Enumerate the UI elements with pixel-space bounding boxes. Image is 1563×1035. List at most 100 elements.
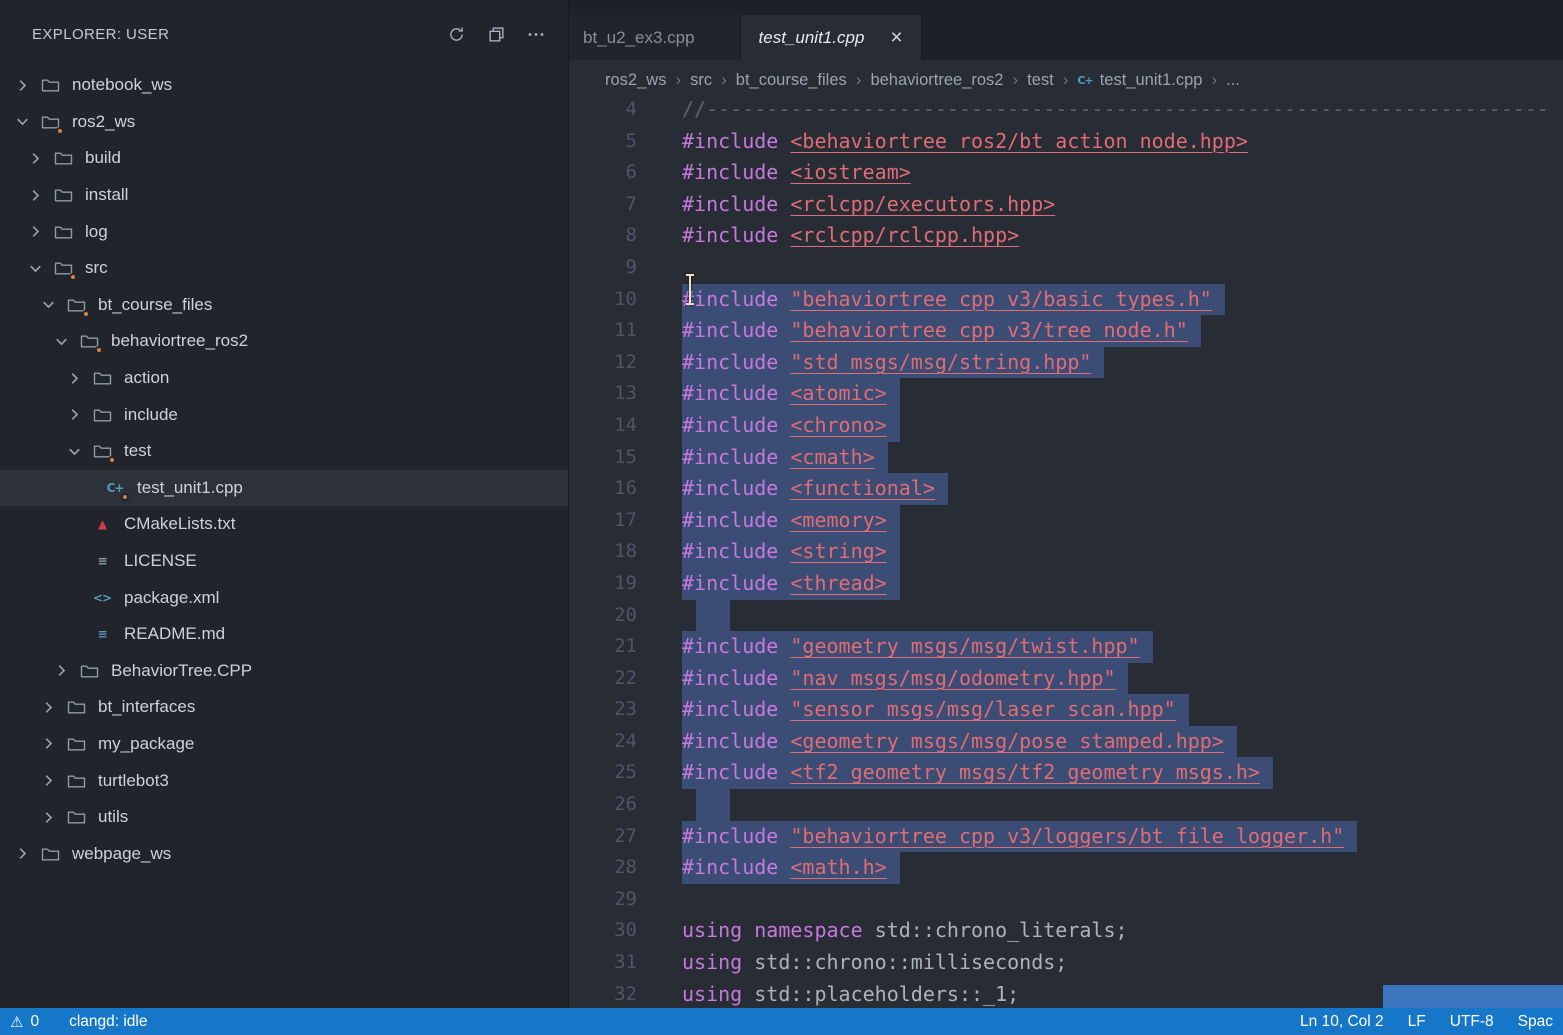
breadcrumb-item-ros2_ws[interactable]: ros2_ws bbox=[605, 71, 666, 90]
line-number[interactable]: 22 bbox=[569, 663, 682, 695]
tree-item-test[interactable]: test bbox=[0, 433, 568, 470]
chevron-right-icon[interactable] bbox=[66, 370, 92, 387]
tree-item-build[interactable]: build bbox=[0, 140, 568, 177]
chevron-right-icon[interactable] bbox=[14, 845, 40, 862]
breadcrumb-item-behaviortree_ros2[interactable]: behaviortree_ros2 bbox=[870, 71, 1003, 90]
tree-item-action[interactable]: action bbox=[0, 360, 568, 397]
line-number[interactable]: 17 bbox=[569, 505, 682, 537]
line-number[interactable]: 8 bbox=[569, 220, 682, 252]
code-line-text[interactable]: #include <thread> bbox=[682, 568, 900, 600]
chevron-right-icon[interactable] bbox=[40, 735, 66, 752]
tab-bt_u2_ex3.cpp[interactable]: bt_u2_ex3.cpp bbox=[569, 15, 741, 60]
breadcrumb-item-bt_course_files[interactable]: bt_course_files bbox=[736, 71, 847, 90]
line-number[interactable]: 7 bbox=[569, 189, 682, 221]
code-line-text[interactable]: #include <memory> bbox=[682, 505, 900, 537]
code-line-text[interactable]: #include "behaviortree_cpp_v3/loggers/bt… bbox=[682, 821, 1357, 853]
chevron-right-icon[interactable] bbox=[40, 809, 66, 826]
tree-item-behaviortree_ros2[interactable]: behaviortree_ros2 bbox=[0, 323, 568, 360]
code-line-text[interactable]: #include "behaviortree_cpp_v3/tree_node.… bbox=[682, 315, 1201, 347]
code-line-text[interactable]: using namespace std::chrono_literals; bbox=[682, 915, 1128, 947]
line-number[interactable]: 11 bbox=[569, 315, 682, 347]
tab-test_unit1.cpp[interactable]: test_unit1.cpp× bbox=[741, 15, 922, 60]
line-number[interactable]: 25 bbox=[569, 757, 682, 789]
tree-item-CMakeLists.txt[interactable]: ▲CMakeLists.txt bbox=[0, 506, 568, 543]
problems-indicator[interactable]: ⚠ 0 bbox=[10, 1013, 39, 1031]
tree-item-turtlebot3[interactable]: turtlebot3 bbox=[0, 762, 568, 799]
chevron-right-icon[interactable] bbox=[66, 406, 92, 423]
code-line-text[interactable]: #include <atomic> bbox=[682, 378, 900, 410]
breadcrumb-item-test_unit1.cpp[interactable]: C+test_unit1.cpp bbox=[1077, 71, 1202, 90]
code-line-text[interactable]: #include "std_msgs/msg/string.hpp" bbox=[682, 347, 1104, 379]
tree-item-my_package[interactable]: my_package bbox=[0, 726, 568, 763]
code-line-text[interactable]: #include <rclcpp/rclcpp.hpp> bbox=[682, 220, 1019, 252]
tree-item-utils[interactable]: utils bbox=[0, 799, 568, 836]
breadcrumb-item-test[interactable]: test bbox=[1027, 71, 1054, 90]
horizontal-scrollbar-thumb[interactable] bbox=[1383, 985, 1563, 1008]
code-line-text[interactable]: #include <iostream> bbox=[682, 157, 911, 189]
line-number[interactable]: 13 bbox=[569, 378, 682, 410]
breadcrumb-item-src[interactable]: src bbox=[690, 71, 712, 90]
code-line-text[interactable] bbox=[696, 600, 730, 632]
code-line-text[interactable]: #include "nav_msgs/msg/odometry.hpp" bbox=[682, 663, 1128, 695]
code-line-text[interactable] bbox=[696, 789, 730, 821]
tree-item-bt_interfaces[interactable]: bt_interfaces bbox=[0, 689, 568, 726]
code-line-text[interactable]: #include <behaviortree_ros2/bt_action_no… bbox=[682, 126, 1248, 158]
chevron-right-icon[interactable] bbox=[27, 150, 53, 167]
code-line-text[interactable]: #include "sensor_msgs/msg/laser_scan.hpp… bbox=[682, 694, 1189, 726]
tree-item-install[interactable]: install bbox=[0, 177, 568, 214]
line-number[interactable]: 28 bbox=[569, 852, 682, 884]
line-number[interactable]: 4 bbox=[569, 100, 682, 126]
chevron-down-icon[interactable] bbox=[53, 333, 79, 350]
line-number[interactable]: 20 bbox=[569, 600, 682, 632]
line-number[interactable]: 9 bbox=[569, 252, 682, 284]
tree-item-bt_course_files[interactable]: bt_course_files bbox=[0, 287, 568, 324]
code-line-text[interactable]: using std::chrono::milliseconds; bbox=[682, 947, 1067, 979]
line-number[interactable]: 27 bbox=[569, 821, 682, 853]
chevron-right-icon[interactable] bbox=[53, 662, 79, 679]
close-icon[interactable]: × bbox=[890, 27, 902, 48]
line-number[interactable]: 14 bbox=[569, 410, 682, 442]
code-line-text[interactable]: #include "behaviortree_cpp_v3/basic_type… bbox=[682, 284, 1225, 316]
line-number[interactable]: 21 bbox=[569, 631, 682, 663]
code-line-text[interactable]: #include <chrono> bbox=[682, 410, 900, 442]
code-line-text[interactable]: #include <functional> bbox=[682, 473, 948, 505]
status-item-2[interactable]: UTF-8 bbox=[1450, 1013, 1494, 1031]
breadcrumb-item-...[interactable]: ... bbox=[1226, 71, 1240, 90]
chevron-down-icon[interactable] bbox=[27, 260, 53, 277]
code-line-text[interactable]: //--------------------------------------… bbox=[682, 100, 1549, 126]
line-number[interactable]: 10 bbox=[569, 284, 682, 316]
tree-item-include[interactable]: include bbox=[0, 396, 568, 433]
tree-item-README.md[interactable]: ≡README.md bbox=[0, 616, 568, 653]
line-number[interactable]: 18 bbox=[569, 536, 682, 568]
chevron-down-icon[interactable] bbox=[14, 113, 40, 130]
tree-item-ros2_ws[interactable]: ros2_ws bbox=[0, 104, 568, 141]
tree-item-log[interactable]: log bbox=[0, 213, 568, 250]
line-number[interactable]: 26 bbox=[569, 789, 682, 821]
clangd-status[interactable]: clangd: idle bbox=[69, 1013, 147, 1031]
code-line-text[interactable]: #include <rclcpp/executors.hpp> bbox=[682, 189, 1055, 221]
line-number[interactable]: 12 bbox=[569, 347, 682, 379]
status-item-1[interactable]: LF bbox=[1408, 1013, 1426, 1031]
tree-item-src[interactable]: src bbox=[0, 250, 568, 287]
chevron-down-icon[interactable] bbox=[66, 443, 92, 460]
line-number[interactable]: 23 bbox=[569, 694, 682, 726]
line-number[interactable]: 29 bbox=[569, 884, 682, 916]
chevron-right-icon[interactable] bbox=[40, 772, 66, 789]
line-number[interactable]: 24 bbox=[569, 726, 682, 758]
chevron-right-icon[interactable] bbox=[40, 699, 66, 716]
code-line-text[interactable]: #include <string> bbox=[682, 536, 900, 568]
tree-item-webpage_ws[interactable]: webpage_ws bbox=[0, 835, 568, 872]
status-item-3[interactable]: Spac bbox=[1518, 1013, 1553, 1031]
line-number[interactable]: 32 bbox=[569, 979, 682, 1008]
code-line-text[interactable]: #include <tf2_geometry_msgs/tf2_geometry… bbox=[682, 757, 1273, 789]
more-actions-icon[interactable] bbox=[526, 24, 546, 44]
line-number[interactable]: 5 bbox=[569, 126, 682, 158]
refresh-icon[interactable] bbox=[446, 24, 466, 44]
line-number[interactable]: 16 bbox=[569, 473, 682, 505]
code-line-text[interactable]: #include <geometry_msgs/msg/pose_stamped… bbox=[682, 726, 1237, 758]
line-number[interactable]: 19 bbox=[569, 568, 682, 600]
code-line-text[interactable]: #include <math.h> bbox=[682, 852, 900, 884]
chevron-right-icon[interactable] bbox=[27, 187, 53, 204]
tree-item-test_unit1.cpp[interactable]: C+test_unit1.cpp bbox=[0, 470, 568, 507]
tree-item-LICENSE[interactable]: ≡LICENSE bbox=[0, 543, 568, 580]
